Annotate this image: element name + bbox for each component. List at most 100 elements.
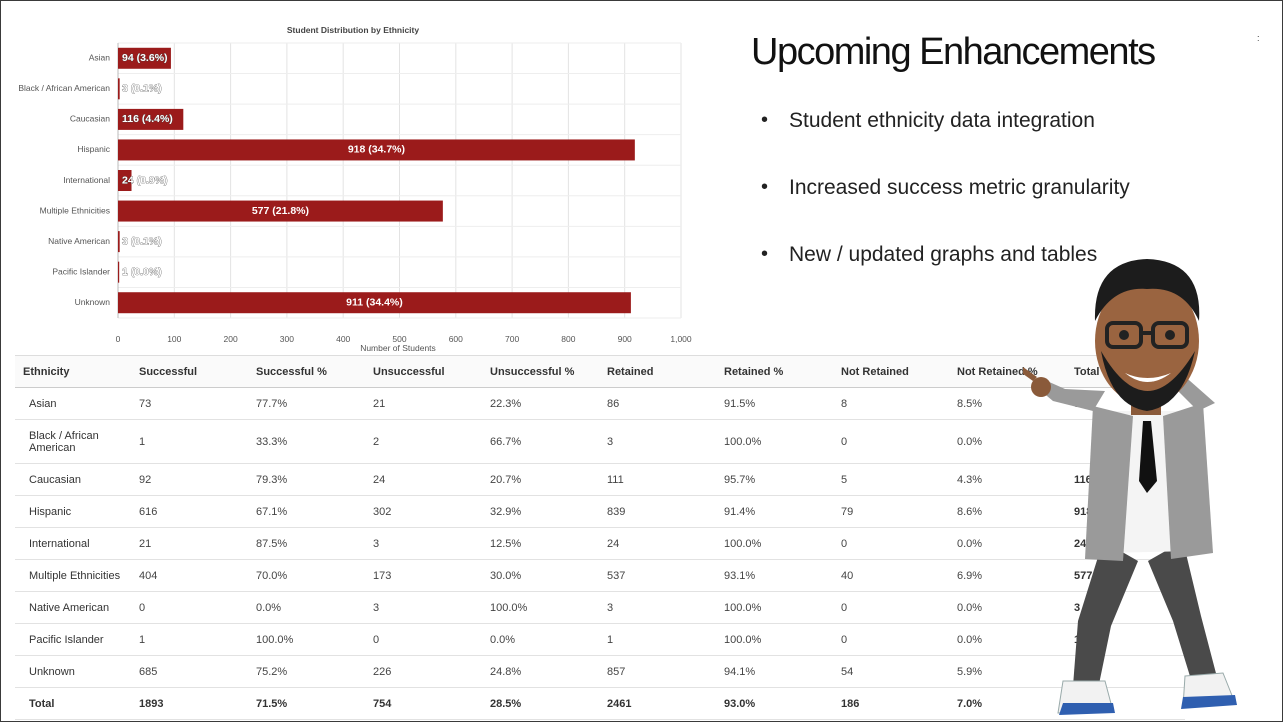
- category-label: Asian: [89, 53, 111, 63]
- table-cell: 1: [131, 623, 248, 656]
- bar-data-label: 911 (34.4%): [346, 297, 403, 309]
- x-tick-label: 1,000: [670, 334, 692, 344]
- ethnicity-cell: Total: [15, 687, 131, 720]
- table-cell: 0: [131, 591, 248, 624]
- table-cell: 79: [833, 495, 949, 528]
- table-cell: 186: [833, 687, 949, 720]
- table-cell: 21: [131, 527, 248, 560]
- table-cell: 86: [599, 387, 716, 420]
- table-cell: 2: [365, 419, 482, 464]
- table-cell: 30.0%: [482, 559, 599, 592]
- x-tick-label: 800: [561, 334, 575, 344]
- ethnicity-cell: Hispanic: [15, 495, 131, 528]
- table-cell: 75.2%: [248, 655, 365, 688]
- table-cell: 839: [599, 495, 716, 528]
- ethnicity-cell: Black / African American: [15, 419, 131, 464]
- table-cell: 857: [599, 655, 716, 688]
- table-cell: 54: [833, 655, 949, 688]
- bar: [118, 78, 120, 100]
- table-cell: 0.0%: [248, 591, 365, 624]
- table-cell: 21: [365, 387, 482, 420]
- ethnicity-cell: Asian: [15, 387, 131, 420]
- table-cell: 3: [365, 527, 482, 560]
- bullet-dot: •: [761, 176, 769, 198]
- table-cell: 93.1%: [716, 559, 833, 592]
- slide-title: Upcoming Enhancements: [751, 31, 1156, 73]
- table-cell: 87.5%: [248, 527, 365, 560]
- column-header: Unsuccessful: [365, 355, 482, 388]
- category-label: Multiple Ethnicities: [40, 205, 110, 215]
- table-cell: 2461: [599, 687, 716, 720]
- table-cell: 685: [131, 655, 248, 688]
- ethnicity-cell: Unknown: [15, 655, 131, 688]
- table-cell: 32.9%: [482, 495, 599, 528]
- table-cell: 93.0%: [716, 687, 833, 720]
- category-label: Native American: [48, 236, 110, 246]
- table-cell: 3: [365, 591, 482, 624]
- bar-data-label: 3 (0.1%): [122, 83, 162, 95]
- table-cell: 66.7%: [482, 419, 599, 464]
- x-tick-label: 700: [505, 334, 519, 344]
- bar-data-label: 94 (3.6%): [122, 52, 168, 64]
- category-label: Pacific Islander: [52, 266, 110, 276]
- table-cell: 0.0%: [482, 623, 599, 656]
- table-cell: 404: [131, 559, 248, 592]
- table-cell: 24: [365, 463, 482, 496]
- table-row: Hispanic 616 67.1% 302 32.9% 839 91.4% 79 8.6% 91…: [15, 495, 1185, 528]
- table-cell: 24: [599, 527, 716, 560]
- ethnicity-cell: Multiple Ethnicities: [15, 559, 131, 592]
- table-cell: 1: [599, 623, 716, 656]
- x-tick-label: 600: [449, 334, 463, 344]
- table-cell: 1: [131, 419, 248, 464]
- x-tick-label: 200: [224, 334, 238, 344]
- ethnicity-cell: International: [15, 527, 131, 560]
- corner-mark: :: [1257, 33, 1260, 43]
- table-cell: 22.3%: [482, 387, 599, 420]
- bar-data-label: 577 (21.8%): [252, 205, 309, 217]
- table-cell: 537: [599, 559, 716, 592]
- x-tick-label: 100: [167, 334, 181, 344]
- table-cell: 77.7%: [248, 387, 365, 420]
- table-cell: 0: [833, 623, 949, 656]
- table-cell: 95.7%: [716, 463, 833, 496]
- bullet-dot: •: [761, 243, 769, 265]
- bar: [118, 261, 120, 283]
- ethnicity-cell: Caucasian: [15, 463, 131, 496]
- category-label: Caucasian: [70, 114, 110, 124]
- chart-bars: 94 (3.6%) 3 (0.1%) 116 (4.4%) 918 (34.7%) 24…: [118, 47, 635, 314]
- table-cell: 12.5%: [482, 527, 599, 560]
- cartoon-avatar: [1023, 259, 1237, 715]
- table-cell: 67.1%: [248, 495, 365, 528]
- bar-data-label: 116 (4.4%): [122, 113, 173, 125]
- table-cell: 754: [365, 687, 482, 720]
- table-row: Multiple Ethnicities 404 70.0% 173 30.0% 537 9…: [15, 559, 1185, 592]
- table-header-row: Ethnicity Successful Successful % Unsuccess…: [15, 355, 1185, 388]
- bar-data-label: 3 (0.1%): [122, 235, 162, 247]
- x-tick-label: 0: [116, 334, 121, 344]
- bar-data-label: 918 (34.7%): [348, 144, 405, 156]
- column-header: Successful %: [248, 355, 365, 388]
- table-row: Unknown68575.2%22624.8%85794.1%545.9%911: [15, 655, 1185, 688]
- ethnicity-bar-chart: Student Distribution by Ethnicity 94 (3.…: [18, 25, 692, 353]
- bullet-item: • Increased success metric granularity: [761, 176, 1130, 243]
- table-cell: 100.0%: [248, 623, 365, 656]
- table-row: Native American 0 0.0% 3 100.0% 3 100.0% 0 0.0% 3: [15, 591, 1185, 624]
- table-cell: 0: [833, 419, 949, 464]
- table-cell: 1893: [131, 687, 248, 720]
- ethnicity-cell: Native American: [15, 591, 131, 624]
- table-cell: 0: [833, 591, 949, 624]
- column-header: Successful: [131, 355, 248, 388]
- x-tick-label: 900: [618, 334, 632, 344]
- table-cell: 100.0%: [716, 591, 833, 624]
- table-cell: 5: [833, 463, 949, 496]
- category-label: Hispanic: [77, 144, 110, 154]
- table-cell: 94.1%: [716, 655, 833, 688]
- table-cell: 0: [365, 623, 482, 656]
- table-cell: 100.0%: [716, 419, 833, 464]
- column-header: Retained %: [716, 355, 833, 388]
- column-header: Ethnicity: [15, 355, 131, 388]
- table-total-row: Total 1893 71.5% 754 28.5% 2461 93.0% 186 7.0%: [15, 687, 1185, 720]
- table-row: Black / African American 1 33.3% 2 66.7% 3 100…: [15, 419, 1185, 464]
- category-label: International: [63, 175, 110, 185]
- bar-data-label: 1 (0.0%): [122, 266, 162, 278]
